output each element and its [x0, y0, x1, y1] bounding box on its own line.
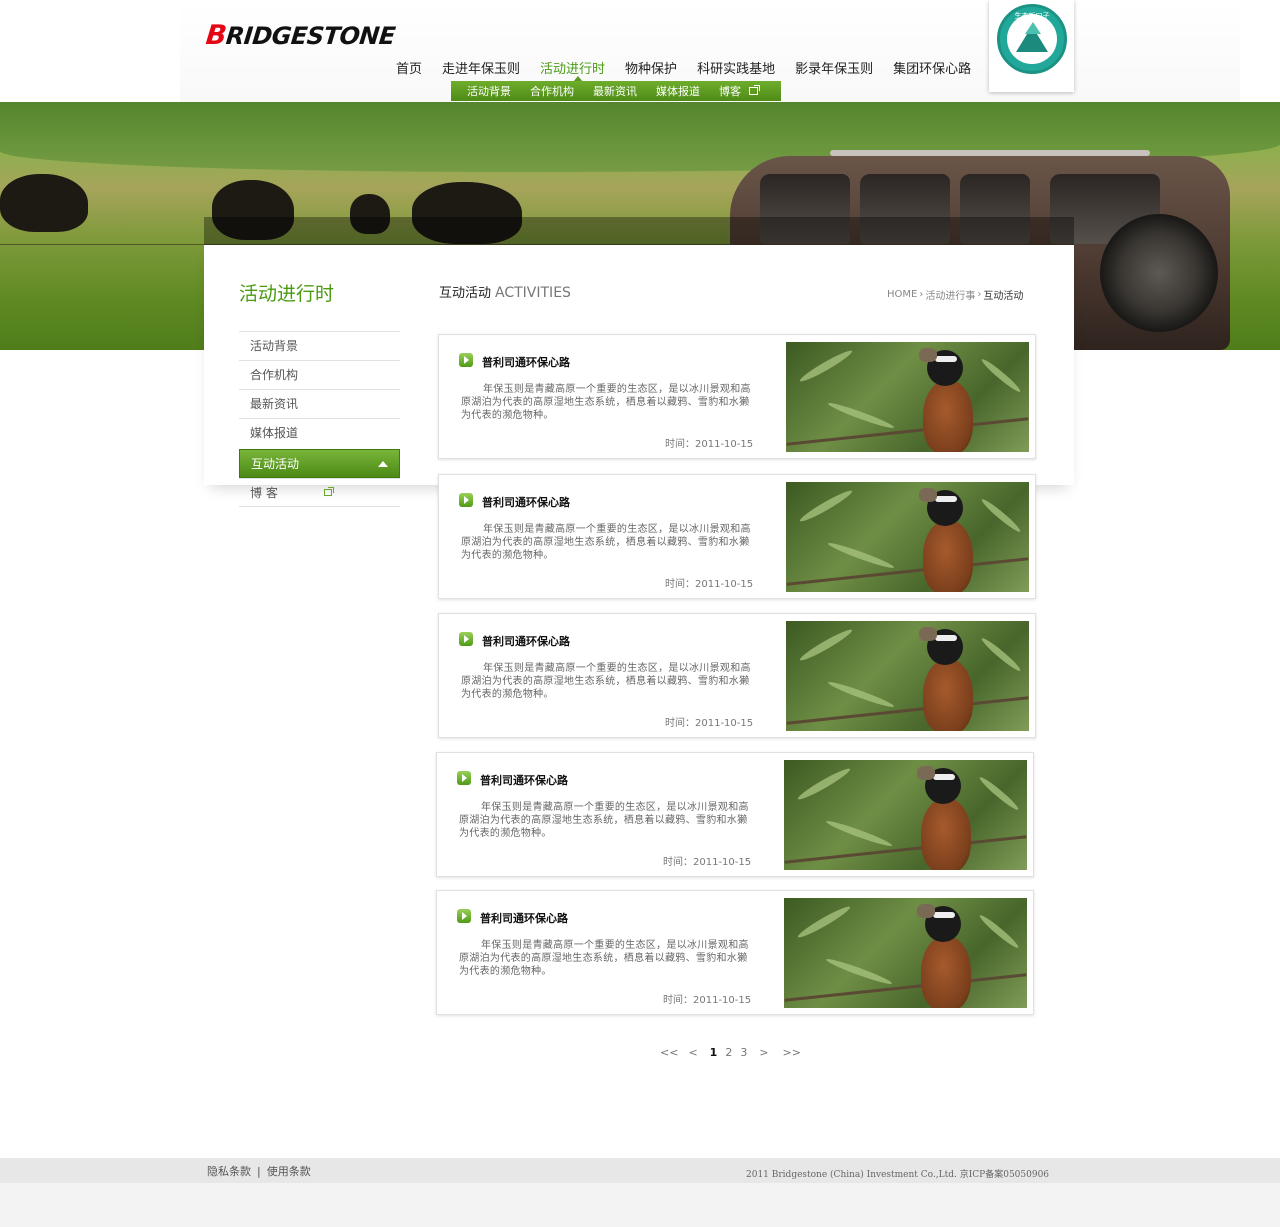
article-bird-image[interactable]	[786, 621, 1029, 731]
bullet-arrow-icon	[459, 493, 473, 507]
sidebar-item-label: 最新资讯	[250, 397, 299, 411]
nav-item-gallery[interactable]: 影录年保玉则	[795, 58, 873, 78]
pagination: << < 1 2 3 > >>	[660, 1046, 811, 1059]
bullet-arrow-icon	[459, 632, 473, 646]
bridgestone-logo[interactable]: BRIDGESTONE	[204, 20, 396, 51]
article-summary: 年保玉则是青藏高原一个重要的生态区，是以冰川景观和高原湖泊为代表的高原湿地生态系…	[459, 802, 749, 839]
sidebar-item-label: 合作机构	[250, 368, 299, 382]
sub-nav: 活动背景 合作机构 最新资讯 媒体报道 博客	[451, 81, 781, 101]
subnav-blog-label: 博客	[719, 85, 741, 98]
bullet-arrow-icon	[457, 771, 471, 785]
footer-links: 隐私条款 | 使用条款	[207, 1163, 311, 1179]
sidebar-item-background[interactable]: 活动背景	[239, 331, 400, 360]
subnav-item-news[interactable]: 最新资讯	[593, 83, 637, 99]
pagination-last[interactable]: >>	[783, 1046, 801, 1059]
page-title-cn: 互动活动	[439, 286, 492, 301]
pagination-first[interactable]: <<	[660, 1046, 678, 1059]
page-title-en: ACTIVITIES	[495, 285, 571, 301]
pagination-next[interactable]: >	[759, 1046, 768, 1059]
breadcrumb-current: 互动活动	[983, 291, 1024, 302]
pagination-page-1[interactable]: 1	[710, 1046, 718, 1059]
nav-item-species[interactable]: 物种保护	[625, 58, 677, 78]
breadcrumb: HOME › 活动进行事 › 互动活动	[887, 287, 1023, 302]
article-title[interactable]: 普利司通环保心路	[480, 772, 568, 788]
footer-bottom	[0, 1183, 1280, 1227]
arrow-up-icon	[378, 461, 388, 467]
sidebar-item-label: 互动活动	[251, 457, 300, 471]
article-card[interactable]: 普利司通环保心路 年保玉则是青藏高原一个重要的生态区，是以冰川景观和高原湖泊为代…	[438, 334, 1036, 459]
sidebar-item-interactive[interactable]: 互动活动	[239, 449, 400, 478]
external-link-icon	[749, 85, 760, 95]
pagination-page-2[interactable]: 2	[725, 1046, 732, 1059]
article-date: 时间：2011-10-15	[665, 439, 754, 450]
terms-link[interactable]: 使用条款	[267, 1165, 311, 1178]
sidebar-item-label: 活动背景	[250, 339, 299, 353]
article-bird-image[interactable]	[784, 760, 1027, 870]
breadcrumb-activities[interactable]: 活动进行事	[925, 287, 975, 302]
article-summary: 年保玉则是青藏高原一个重要的生态区，是以冰川景观和高原湖泊为代表的高原湿地生态系…	[459, 940, 749, 977]
sidebar-item-label: 媒体报道	[250, 426, 299, 440]
bullet-arrow-icon	[457, 909, 471, 923]
main-nav: 首页 走进年保玉则 活动进行时 物种保护 科研实践基地 影录年保玉则 集团环保心…	[396, 58, 991, 78]
panel-top-shade	[204, 217, 1074, 245]
chevron-right-icon: ›	[977, 289, 982, 300]
badge-mountain-icon	[1007, 14, 1057, 64]
pagination-page-3[interactable]: 3	[740, 1046, 747, 1059]
sidebar-item-partners[interactable]: 合作机构	[239, 360, 400, 389]
privacy-link[interactable]: 隐私条款	[207, 1165, 251, 1178]
sidebar-item-blog[interactable]: 博 客	[239, 478, 400, 507]
nav-item-home[interactable]: 首页	[396, 58, 422, 78]
subnav-item-media[interactable]: 媒体报道	[656, 83, 700, 99]
article-bird-image[interactable]	[786, 482, 1029, 592]
sidebar-item-label: 博 客	[250, 486, 278, 500]
sidebar-item-media[interactable]: 媒体报道	[239, 418, 400, 447]
nav-item-group-eco[interactable]: 集团环保心路	[893, 58, 971, 78]
article-card[interactable]: 普利司通环保心路 年保玉则是青藏高原一个重要的生态区，是以冰川景观和高原湖泊为代…	[438, 474, 1036, 599]
article-card[interactable]: 普利司通环保心路 年保玉则是青藏高原一个重要的生态区，是以冰川景观和高原湖泊为代…	[436, 752, 1034, 877]
article-title[interactable]: 普利司通环保心路	[480, 910, 568, 926]
article-summary: 年保玉则是青藏高原一个重要的生态区，是以冰川景观和高原湖泊为代表的高原湿地生态系…	[461, 663, 751, 700]
article-date: 时间：2011-10-15	[663, 995, 752, 1006]
article-title[interactable]: 普利司通环保心路	[482, 354, 570, 370]
subnav-item-partners[interactable]: 合作机构	[530, 83, 574, 99]
footer-copyright: 2011 Bridgestone (China) Investment Co.,…	[746, 1170, 1050, 1180]
sidebar-menu: 活动背景 合作机构 最新资讯 媒体报道 互动活动 博 客	[239, 331, 400, 507]
spare-tire	[1100, 214, 1218, 332]
subnav-item-blog[interactable]: 博客	[719, 83, 760, 99]
breadcrumb-home[interactable]: HOME	[887, 289, 917, 300]
article-date: 时间：2011-10-15	[665, 718, 754, 729]
sidebar-item-news[interactable]: 最新资讯	[239, 389, 400, 418]
sidebar-title: 活动进行时	[239, 283, 335, 305]
article-summary: 年保玉则是青藏高原一个重要的生态区，是以冰川景观和高原湖泊为代表的高原湿地生态系…	[461, 384, 751, 421]
eco-badge[interactable]: 生态新口子	[989, 0, 1074, 92]
page-title: 互动活动 ACTIVITIES	[439, 282, 571, 301]
nav-item-activities[interactable]: 活动进行时	[540, 58, 605, 78]
article-bird-image[interactable]	[786, 342, 1029, 452]
footer-separator: |	[257, 1165, 261, 1178]
chevron-right-icon: ›	[919, 289, 924, 300]
subnav-item-background[interactable]: 活动背景	[467, 83, 511, 99]
yak-image	[0, 174, 88, 232]
nav-item-intro[interactable]: 走进年保玉则	[442, 58, 520, 78]
eco-badge-seal-icon: 生态新口子	[997, 4, 1067, 74]
article-summary: 年保玉则是青藏高原一个重要的生态区，是以冰川景观和高原湖泊为代表的高原湿地生态系…	[461, 524, 751, 561]
article-title[interactable]: 普利司通环保心路	[482, 494, 570, 510]
article-date: 时间：2011-10-15	[663, 857, 752, 868]
nav-item-research[interactable]: 科研实践基地	[697, 58, 775, 78]
article-title[interactable]: 普利司通环保心路	[482, 633, 570, 649]
article-date: 时间：2011-10-15	[665, 579, 754, 590]
article-card[interactable]: 普利司通环保心路 年保玉则是青藏高原一个重要的生态区，是以冰川景观和高原湖泊为代…	[436, 890, 1034, 1015]
article-card[interactable]: 普利司通环保心路 年保玉则是青藏高原一个重要的生态区，是以冰川景观和高原湖泊为代…	[438, 613, 1036, 738]
external-link-icon	[324, 487, 334, 496]
pagination-prev[interactable]: <	[688, 1046, 697, 1059]
footer-bar	[0, 1158, 1280, 1183]
article-bird-image[interactable]	[784, 898, 1027, 1008]
bullet-arrow-icon	[459, 353, 473, 367]
